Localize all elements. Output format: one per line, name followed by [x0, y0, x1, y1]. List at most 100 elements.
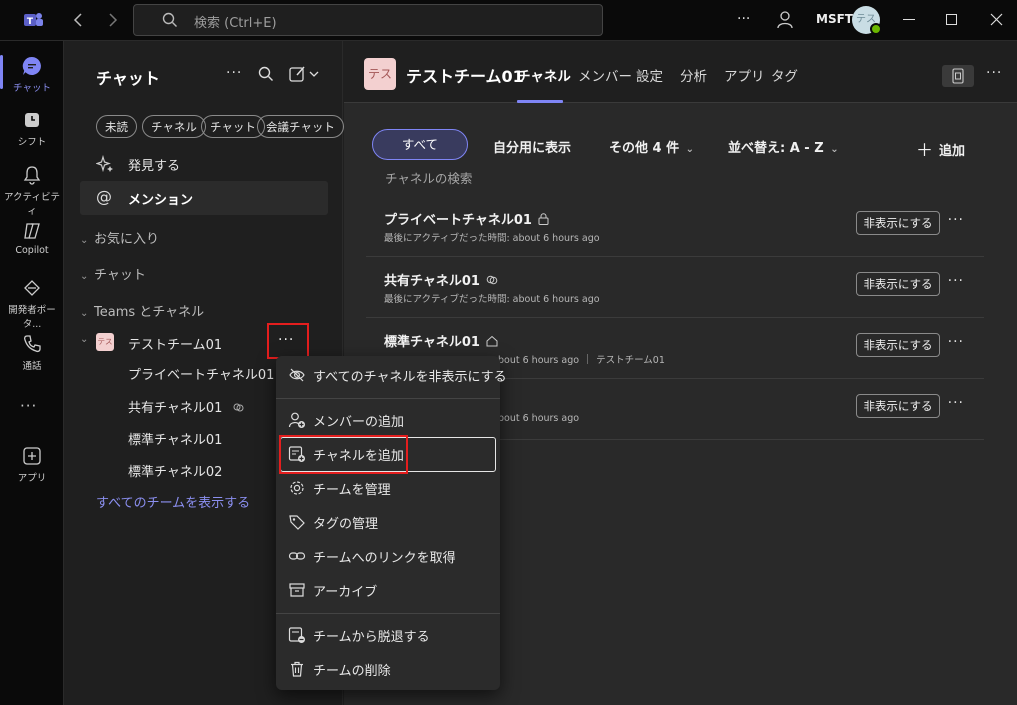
channel-name: 標準チャネル01 — [384, 331, 498, 350]
search-input[interactable]: 検索 (Ctrl+E) — [133, 4, 603, 36]
link-icon — [288, 547, 306, 565]
channel-item[interactable]: 標準チャネル02 — [128, 461, 222, 480]
tab-channels[interactable]: チャネル — [517, 65, 571, 85]
filter-all-button[interactable]: すべて — [372, 129, 468, 160]
filter-mine-button[interactable]: 自分用に表示 — [493, 137, 571, 156]
close-icon[interactable] — [990, 13, 1003, 26]
channel-meta: 最後にアクティブだった時間: about 6 hours ago — [384, 294, 600, 305]
rail-item-chat[interactable]: チャット — [0, 55, 64, 94]
channel-search-input[interactable]: チャネルの検索 — [385, 168, 472, 187]
channel-name: プライベートチャネル01 — [384, 209, 549, 228]
team-header-avatar: テス — [364, 58, 396, 90]
hide-channel-button[interactable]: 非表示にする — [856, 394, 940, 418]
shifts-icon — [21, 109, 43, 131]
tab-settings[interactable]: 設定 — [636, 65, 663, 85]
team-name: テストチーム01 — [128, 338, 223, 353]
channel-team-tag: テストチーム01 — [596, 355, 665, 366]
search-placeholder: 検索 (Ctrl+E) — [194, 16, 277, 31]
tag-icon — [288, 513, 306, 531]
section-favorites[interactable]: ⌄ お気に入り — [80, 228, 159, 247]
channel-item[interactable]: 共有チャネル01 — [128, 397, 244, 416]
avatar[interactable]: テス — [852, 6, 882, 35]
shared-channel-icon — [233, 402, 244, 413]
add-channel-button[interactable]: ＋追加 — [916, 136, 965, 161]
panel-search-icon[interactable] — [258, 66, 274, 82]
channel-meta: bout 6 hours ago — [498, 413, 580, 424]
channel-item[interactable]: 標準チャネル01 — [128, 429, 222, 448]
clipboard-button[interactable] — [942, 65, 974, 87]
copilot-icon — [21, 220, 43, 242]
maximize-icon[interactable] — [946, 14, 957, 25]
developer-portal-icon — [21, 277, 43, 299]
filter-channels[interactable]: チャネル — [142, 115, 206, 138]
new-chat-icon[interactable] — [289, 65, 321, 83]
gear-icon — [288, 479, 306, 497]
back-icon[interactable] — [72, 12, 86, 28]
chevron-down-icon: ⌄ — [80, 235, 89, 246]
hide-channel-button[interactable]: 非表示にする — [856, 272, 940, 296]
clipboard-icon — [952, 68, 964, 84]
people-settings-icon[interactable] — [776, 10, 794, 30]
rail-item-apps[interactable]: アプリ — [0, 445, 64, 484]
filter-other-dropdown[interactable]: その他 4 件 ⌄ — [609, 137, 694, 156]
channel-meta: bout 6 hours ago テストチーム01 — [498, 354, 665, 366]
more-options-icon[interactable]: ··· — [737, 11, 750, 27]
table-row[interactable]: 共有チャネル01 最後にアクティブだった時間: about 6 hours ag… — [366, 257, 984, 318]
row-more-icon[interactable]: ··· — [948, 273, 964, 289]
archive-icon — [288, 581, 306, 599]
forward-icon[interactable] — [105, 12, 119, 28]
channel-item[interactable]: プライベートチャネル01 — [128, 364, 295, 383]
row-more-icon[interactable]: ··· — [948, 395, 964, 411]
org-name[interactable]: MSFT — [816, 12, 853, 26]
menu-separator — [276, 398, 500, 399]
tab-analytics[interactable]: 分析 — [680, 65, 707, 85]
filter-meeting-chats[interactable]: 会議チャット — [257, 115, 344, 138]
filter-chats[interactable]: チャット — [201, 115, 265, 138]
channel-name: 共有チャネル01 — [384, 270, 498, 289]
filter-unread[interactable]: 未読 — [96, 115, 137, 138]
discover-item[interactable]: 発見する — [96, 155, 180, 174]
phone-icon — [21, 333, 43, 355]
rail-item-calls[interactable]: 通話 — [0, 333, 64, 372]
panel-title: チャット — [96, 69, 160, 88]
leave-icon — [288, 626, 306, 644]
tab-tags[interactable]: タグ — [771, 65, 798, 85]
divider — [587, 354, 589, 364]
show-all-teams-link[interactable]: すべてのチームを表示する — [96, 492, 250, 511]
app-rail: チャット シフト アクティビティ Copilot 開発者ポータ... 通話 ··… — [0, 41, 64, 705]
trash-icon — [288, 660, 306, 678]
hide-channel-button[interactable]: 非表示にする — [856, 333, 940, 357]
tab-apps[interactable]: アプリ — [724, 65, 765, 85]
search-icon — [162, 12, 178, 28]
chevron-down-icon: ⌄ — [80, 271, 89, 282]
at-icon: @ — [96, 187, 112, 206]
team-avatar: テス — [96, 333, 114, 351]
row-more-icon[interactable]: ··· — [948, 334, 964, 350]
chevron-down-icon: ⌄ — [80, 308, 89, 319]
mentions-item[interactable]: @ メンション — [80, 181, 328, 215]
rail-item-copilot[interactable]: Copilot — [0, 220, 64, 256]
menu-separator — [276, 613, 500, 614]
chat-icon — [21, 55, 43, 77]
minimize-icon[interactable] — [903, 19, 915, 20]
status-available-icon — [870, 23, 882, 35]
team-more-icon[interactable]: ··· — [278, 332, 294, 348]
bell-icon — [21, 164, 43, 186]
more-apps-icon[interactable]: ··· — [20, 397, 37, 415]
team-item[interactable]: ⌄ テス テストチーム01 — [80, 333, 270, 353]
table-row[interactable]: プライベートチャネル01 最後にアクティブだった時間: about 6 hour… — [366, 196, 984, 257]
chevron-down-icon: ⌄ — [685, 144, 695, 155]
section-chats[interactable]: ⌄ チャット — [80, 264, 146, 283]
hide-channel-button[interactable]: 非表示にする — [856, 211, 940, 235]
header-more-icon[interactable]: ··· — [986, 65, 1002, 81]
rail-item-developer-portal[interactable]: 開発者ポータ... — [0, 277, 64, 330]
rail-item-activity[interactable]: アクティビティ — [0, 164, 64, 217]
section-teams[interactable]: ⌄ Teams とチャネル — [80, 301, 204, 320]
sort-dropdown[interactable]: 並べ替え: A - Z ⌄ — [728, 137, 839, 156]
rail-item-shifts[interactable]: シフト — [0, 109, 64, 148]
eye-off-icon — [288, 366, 306, 384]
row-more-icon[interactable]: ··· — [948, 212, 964, 228]
lock-icon — [538, 213, 549, 225]
tab-members[interactable]: メンバー — [578, 65, 632, 85]
panel-more-icon[interactable]: ··· — [226, 65, 242, 81]
